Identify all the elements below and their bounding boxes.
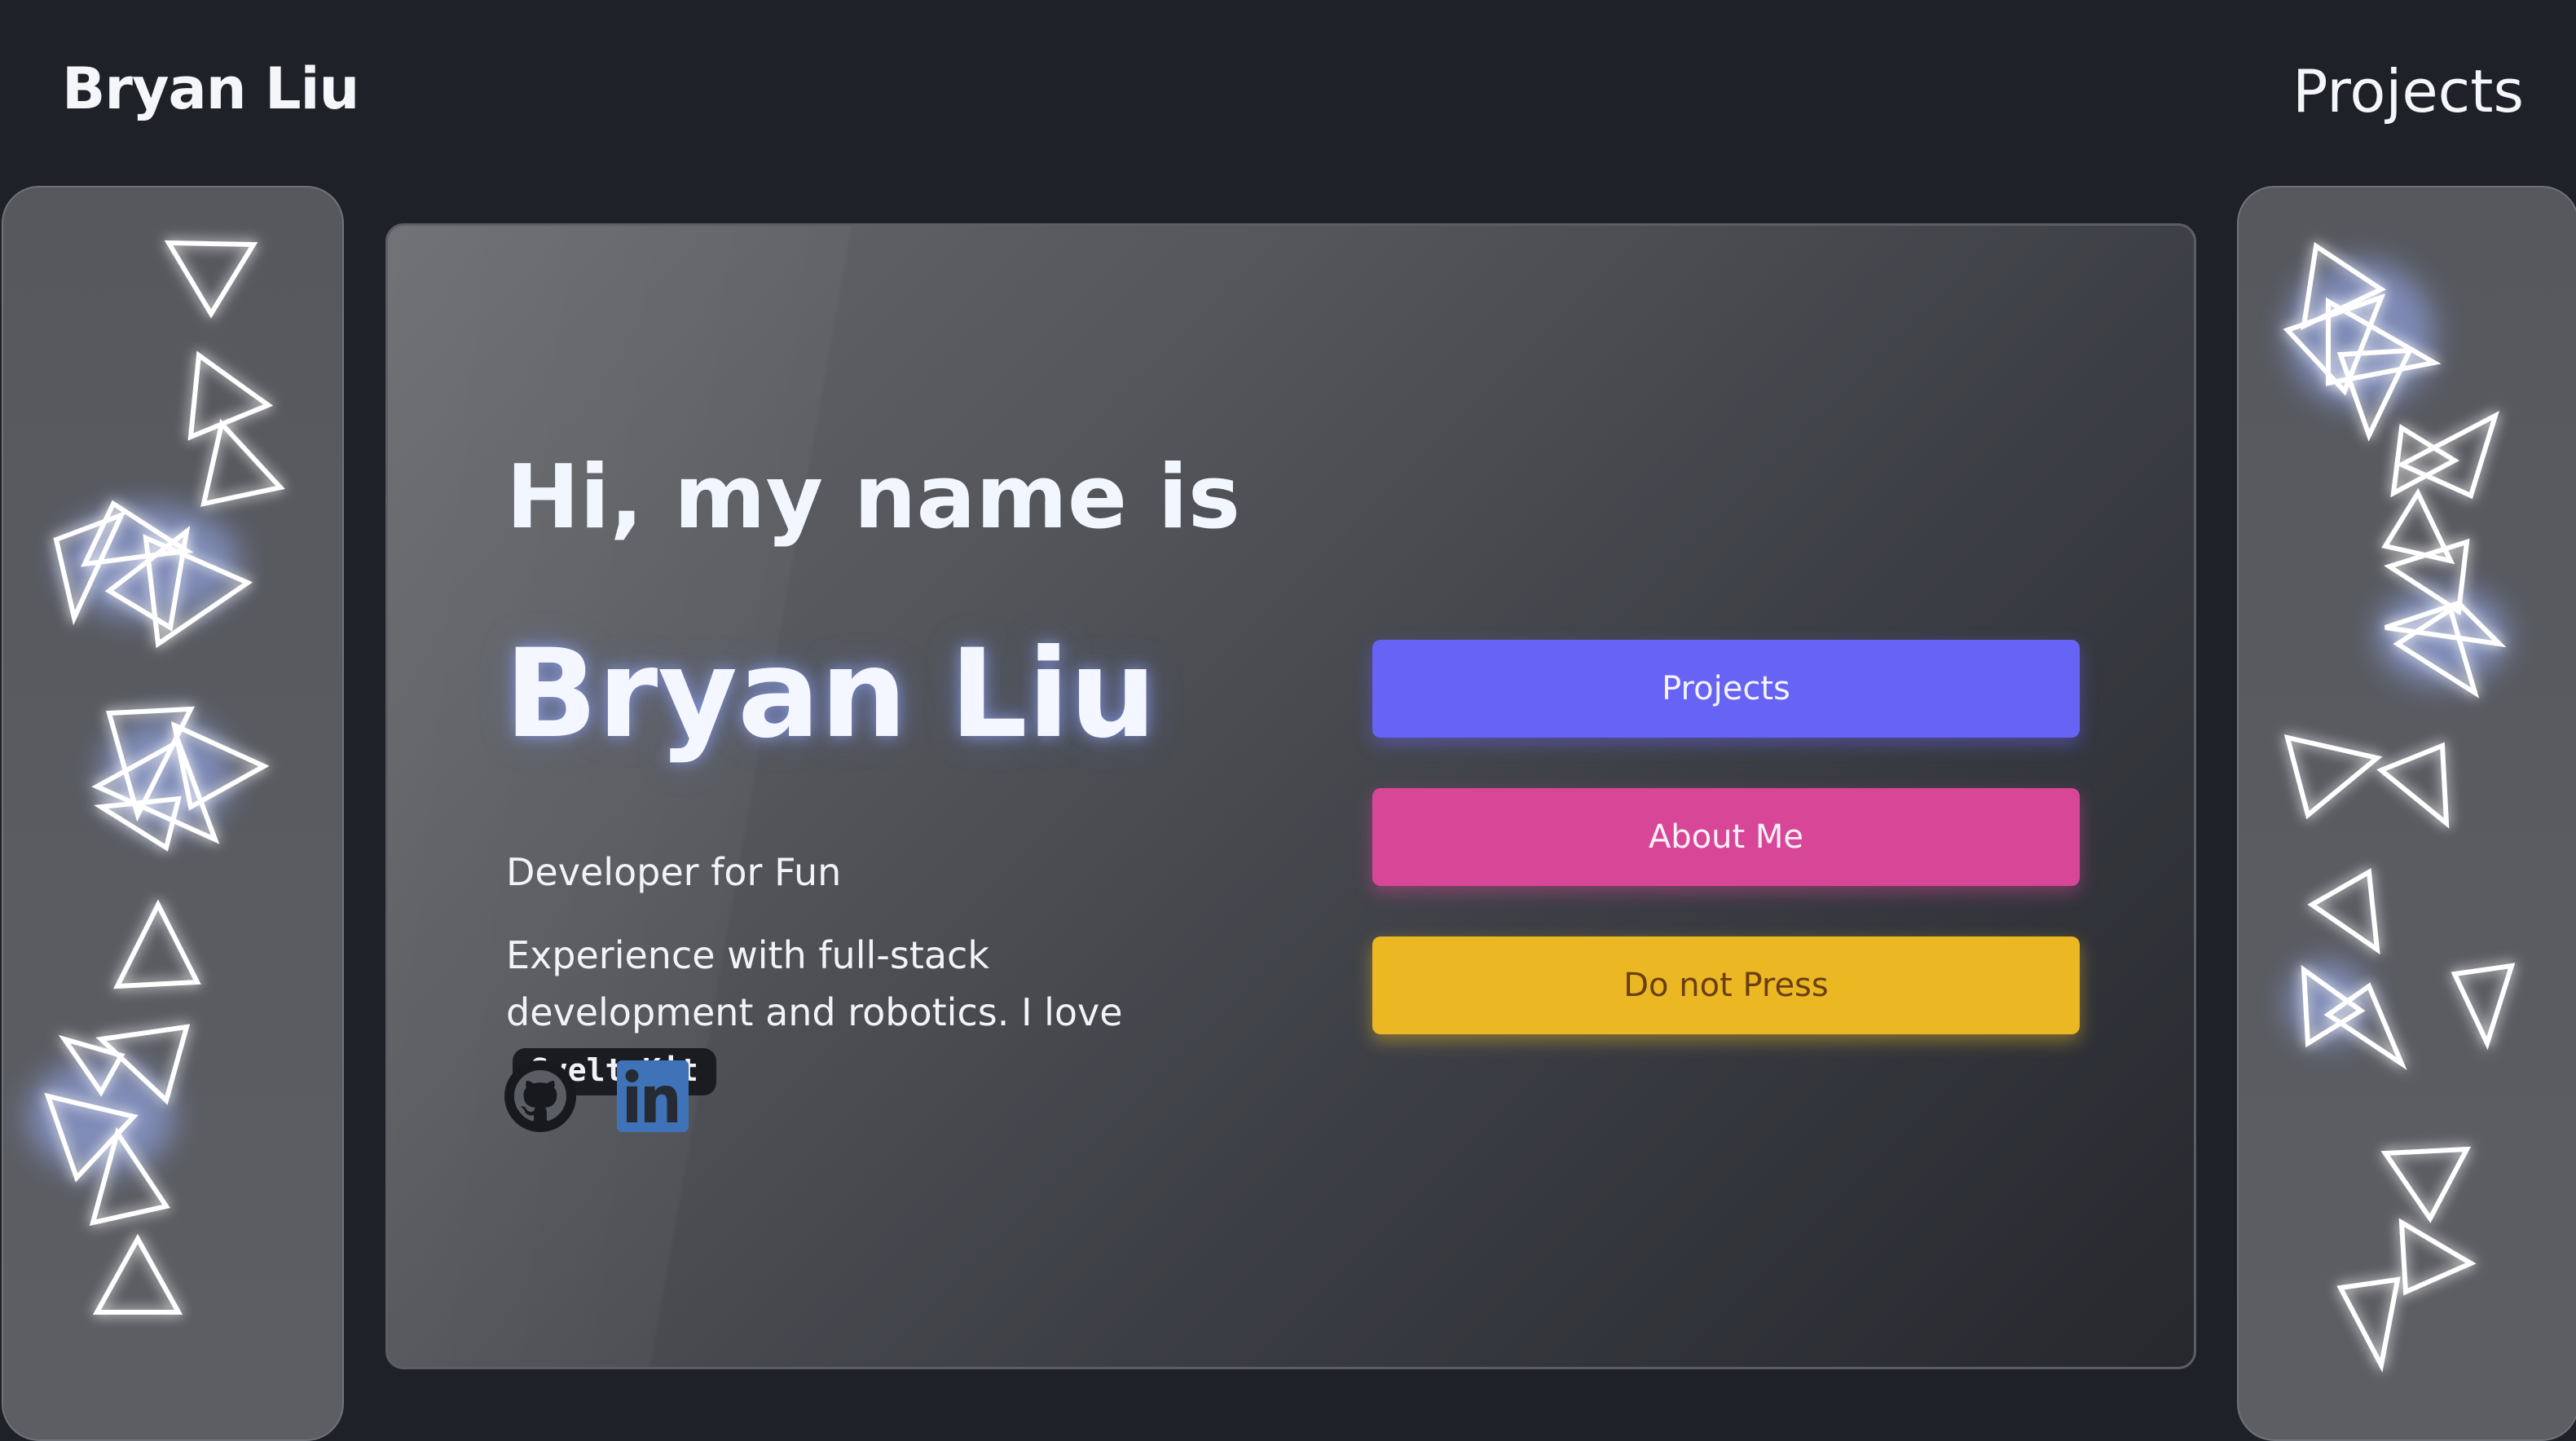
bio-text: Experience with full-stack development a… (506, 933, 1123, 1034)
right-decor-panel (2237, 186, 2576, 1441)
right-triangles-art (2283, 241, 2516, 1373)
hero-greeting: Hi, my name is (506, 447, 1241, 549)
left-decor-panel (2, 186, 344, 1441)
hero-actions: Projects About Me Do not Press (1372, 640, 2080, 1034)
about-me-button[interactable]: About Me (1372, 788, 2080, 886)
nav-projects-link[interactable]: Projects (2292, 62, 2524, 121)
hero-card: Hi, my name is Bryan Liu Developer for F… (385, 223, 2196, 1369)
github-icon[interactable] (503, 1059, 578, 1134)
projects-button[interactable]: Projects (1372, 640, 2080, 738)
do-not-press-button[interactable]: Do not Press (1372, 936, 2080, 1034)
social-links (503, 1059, 690, 1134)
hero-tagline: Developer for Fun (506, 850, 842, 894)
linkedin-icon[interactable] (615, 1059, 690, 1134)
hero-name: Bryan Liu (504, 624, 1157, 765)
site-brand[interactable]: Bryan Liu (62, 60, 359, 117)
left-triangles-art (28, 240, 285, 1315)
